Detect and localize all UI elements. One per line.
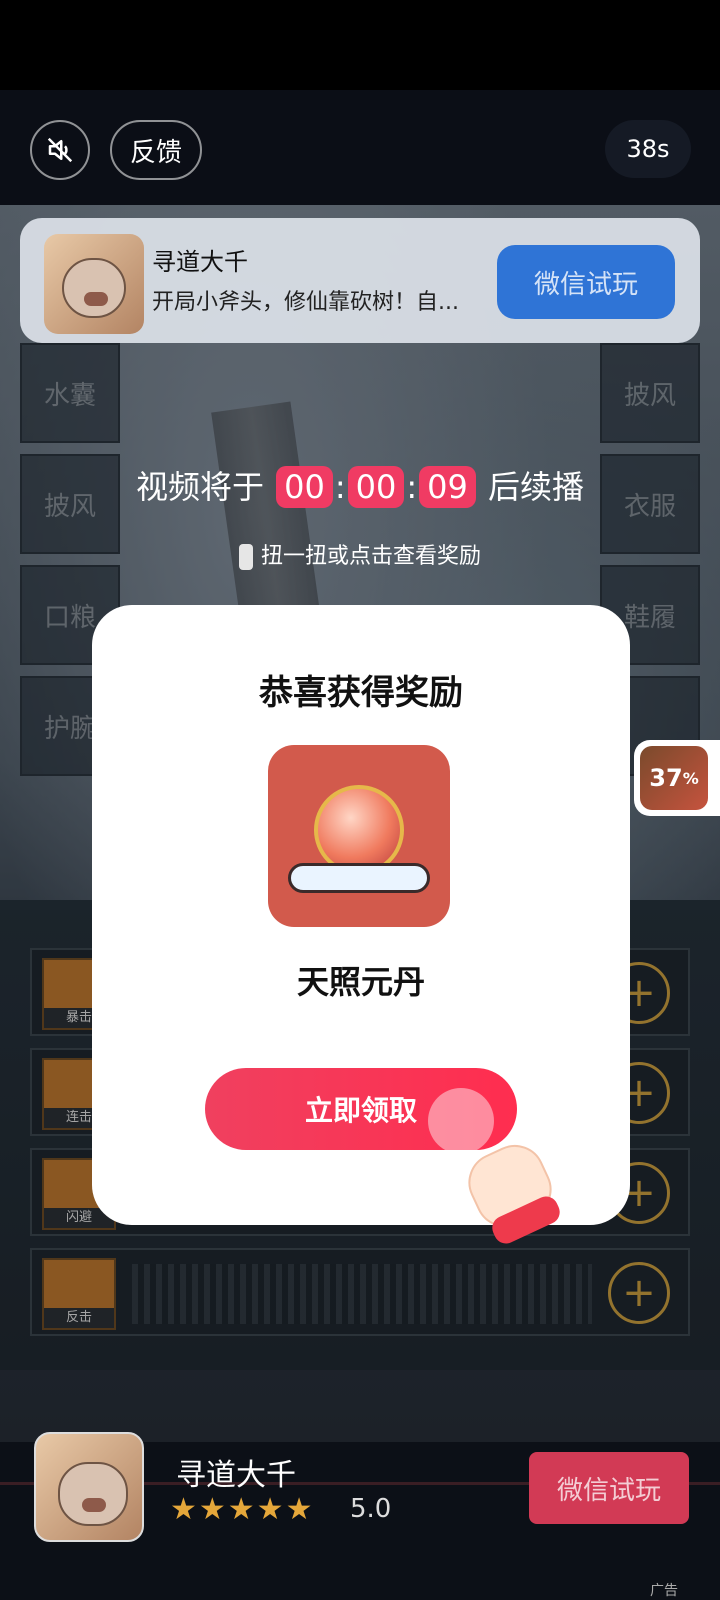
countdown-minutes: 00 bbox=[347, 466, 405, 508]
cloud-ornament bbox=[288, 863, 430, 893]
reward-name: 天照元丹 bbox=[296, 963, 425, 1001]
phone-shake-icon bbox=[238, 544, 253, 570]
modal-heading: 恭喜获得奖励 bbox=[259, 673, 463, 713]
mute-button[interactable] bbox=[30, 120, 90, 180]
pointing-hand-icon bbox=[455, 1130, 565, 1248]
progress-badge[interactable]: 37% bbox=[634, 740, 720, 816]
feedback-label: 反馈 bbox=[129, 137, 182, 168]
ad-timer: 38s bbox=[605, 120, 691, 178]
resume-countdown: 视频将于 00:00:09 后续播 bbox=[135, 466, 585, 508]
ad-title: 寻道大千 bbox=[152, 248, 248, 276]
elixir-icon bbox=[268, 745, 450, 927]
pig-face-icon bbox=[62, 258, 126, 318]
ad-card[interactable]: 寻道大千 开局小斧头，修仙靠砍树！自... 微信试玩 bbox=[20, 218, 700, 343]
bottom-app-title: 寻道大千 bbox=[176, 1458, 296, 1493]
pig-nose bbox=[82, 1498, 106, 1512]
ad-description: 开局小斧头，修仙靠砍树！自... bbox=[152, 290, 459, 315]
countdown-seconds: 09 bbox=[419, 466, 476, 508]
bottom-app-logo[interactable] bbox=[34, 1432, 144, 1542]
status-bar bbox=[0, 0, 720, 90]
star-rating-icon: ★★★★★ bbox=[170, 1492, 315, 1527]
app-logo bbox=[44, 234, 144, 334]
countdown-hours: 00 bbox=[276, 466, 333, 508]
ad-label: 广告 bbox=[650, 1583, 678, 1599]
shake-hint-text: 扭一扭或点击查看奖励 bbox=[260, 544, 481, 569]
speaker-muted-icon bbox=[47, 137, 73, 163]
pig-face-icon bbox=[58, 1462, 128, 1526]
bottom-wechat-trial-button[interactable]: 微信试玩 bbox=[529, 1452, 689, 1524]
feedback-button[interactable]: 反馈 bbox=[110, 120, 202, 180]
pig-nose bbox=[84, 292, 108, 306]
shake-hint: 扭一扭或点击查看奖励 bbox=[0, 538, 720, 570]
progress-value: 37 bbox=[649, 764, 683, 792]
wechat-trial-button[interactable]: 微信试玩 bbox=[497, 245, 675, 319]
timer-text: 38s bbox=[626, 135, 670, 163]
countdown-suffix: 后续播 bbox=[488, 468, 585, 506]
rating-value: 5.0 bbox=[350, 1494, 392, 1524]
progress-badge-inner: 37% bbox=[640, 746, 708, 810]
progress-unit: % bbox=[682, 768, 699, 788]
elixir-orb bbox=[314, 785, 404, 875]
countdown-prefix: 视频将于 bbox=[135, 468, 264, 506]
